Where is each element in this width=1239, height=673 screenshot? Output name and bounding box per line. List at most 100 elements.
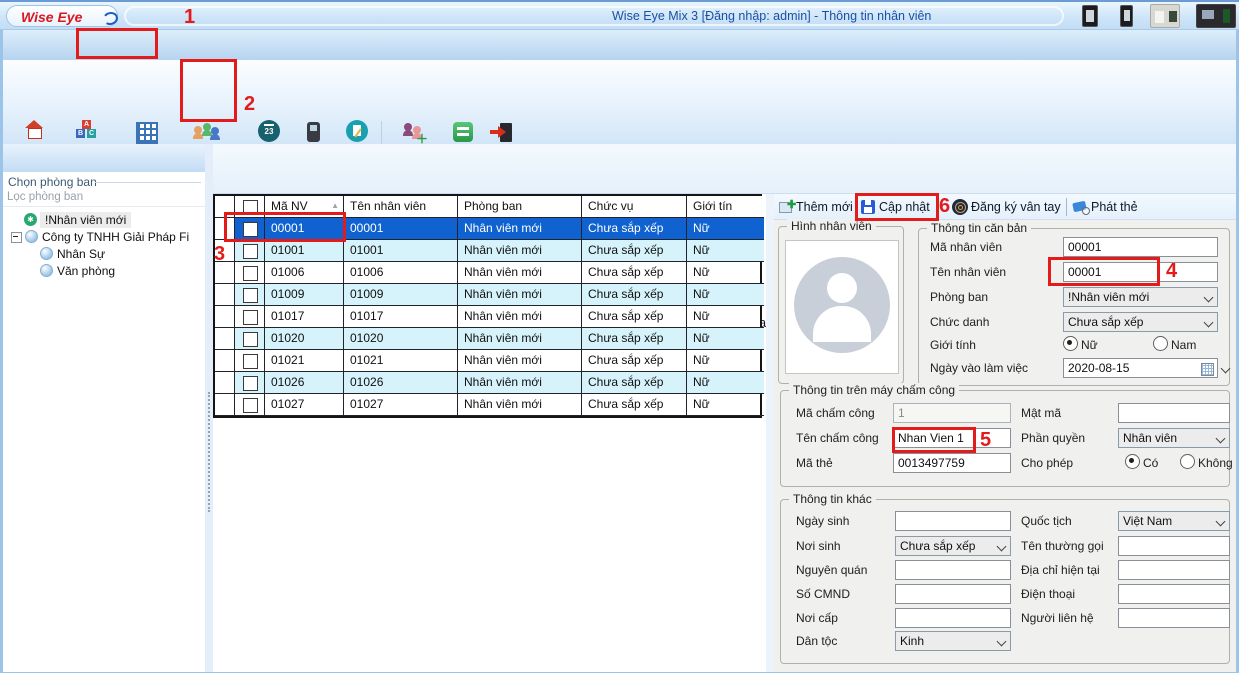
- row-indicator: [215, 372, 235, 394]
- header-chuc-vu[interactable]: Chức vụ: [582, 196, 687, 218]
- chevron-down-icon: [1216, 517, 1226, 527]
- department-label: Phòng ban: [930, 290, 988, 304]
- table-row[interactable]: 0100101001Nhân viên mớiChưa sắp xếpNữ: [215, 240, 760, 262]
- row-checkbox[interactable]: [235, 306, 265, 328]
- row-checkbox[interactable]: [235, 328, 265, 350]
- employee-code-field[interactable]: 00001: [1063, 237, 1218, 257]
- new-badge-icon: ✱: [24, 213, 37, 226]
- vertical-splitter[interactable]: [205, 144, 213, 672]
- add-new-button[interactable]: Thêm mới: [796, 200, 853, 214]
- header-gioi-tinh[interactable]: Giới tín: [687, 196, 764, 218]
- row-checkbox[interactable]: [235, 240, 265, 262]
- department-select[interactable]: !Nhân viên mới: [1063, 287, 1218, 307]
- cell-job-title: Chưa sắp xếp: [582, 372, 687, 394]
- cell-gender: Nữ: [687, 350, 764, 372]
- card-number-field[interactable]: 0013497759: [893, 453, 1011, 473]
- annotation-box-2: [180, 59, 237, 122]
- table-row[interactable]: 0102701027Nhân viên mớiChưa sắp xếpNữ: [215, 394, 760, 416]
- cell-department: Nhân viên mới: [458, 394, 582, 416]
- job-title-select[interactable]: Chưa sắp xếp: [1063, 312, 1218, 332]
- annotation-box-1: [76, 28, 158, 59]
- attendance-code-field: 1: [893, 403, 1011, 423]
- employee-photo[interactable]: [785, 240, 899, 374]
- application-window: Wise Eye Wise Eye Mix 3 [Đăng nhập: admi…: [0, 0, 1239, 673]
- issue-card-icon: [1073, 201, 1089, 214]
- tree-item-company[interactable]: Công ty TNHH Giải Pháp Fi: [3, 229, 205, 245]
- gender-female-radio[interactable]: [1063, 336, 1078, 351]
- row-indicator: [215, 284, 235, 306]
- cell-job-title: Chưa sắp xếp: [582, 218, 687, 240]
- birthplace-select[interactable]: Chưa sắp xếp: [895, 536, 1011, 556]
- card-number-label: Mã thẻ: [796, 456, 833, 470]
- cell-code: 01006: [265, 262, 344, 284]
- annotation-number-4: 4: [1166, 260, 1177, 283]
- issued-at-field[interactable]: [895, 608, 1011, 628]
- detail-splitter[interactable]: [766, 194, 774, 672]
- row-checkbox[interactable]: [235, 372, 265, 394]
- gender-label: Giới tính: [930, 338, 976, 352]
- employees-icon: [194, 123, 220, 141]
- table-row[interactable]: 0101701017Nhân viên mớiChưa sắp xếpNữ: [215, 306, 760, 328]
- cell-name: 01009: [344, 284, 458, 306]
- register-fingerprint-button[interactable]: Đăng ký vân tay: [971, 200, 1061, 214]
- cell-name: 01021: [344, 350, 458, 372]
- company-house-icon: [23, 120, 45, 139]
- id-number-field[interactable]: [895, 584, 1011, 604]
- allowed-no-radio[interactable]: [1180, 454, 1195, 469]
- row-checkbox[interactable]: [235, 284, 265, 306]
- divider: [3, 206, 205, 207]
- privilege-select[interactable]: Nhân viên: [1118, 428, 1230, 448]
- row-checkbox[interactable]: [235, 394, 265, 416]
- photo-groupbox: Hình nhân viên: [778, 226, 904, 384]
- menu-tab-row: Mix 3 Khai báo Kết nối trực tiếp (Offlin…: [0, 30, 1239, 60]
- privilege-label: Phần quyền: [1021, 431, 1085, 445]
- contact-field[interactable]: [1118, 608, 1230, 628]
- cell-job-title: Chưa sắp xếp: [582, 284, 687, 306]
- annotation-number-3: 3: [214, 243, 225, 266]
- phone-field[interactable]: [1118, 584, 1230, 604]
- machine-group-title: Thông tin trên máy chấm công: [789, 383, 959, 397]
- header-phong-ban[interactable]: Phòng ban: [458, 196, 582, 218]
- cell-gender: Nữ: [687, 306, 764, 328]
- nationality-select[interactable]: Việt Nam: [1118, 511, 1230, 531]
- table-row[interactable]: 0102601026Nhân viên mớiChưa sắp xếpNữ: [215, 372, 760, 394]
- cell-gender: Nữ: [687, 372, 764, 394]
- table-row[interactable]: 0102001020Nhân viên mớiChưa sắp xếpNữ: [215, 328, 760, 350]
- dob-field[interactable]: [895, 511, 1011, 531]
- exit-door-icon: [490, 123, 514, 143]
- table-row[interactable]: 0100901009Nhân viên mớiChưa sắp xếpNữ: [215, 284, 760, 306]
- table-row[interactable]: 0102101021Nhân viên mớiChưa sắp xếpNữ: [215, 350, 760, 372]
- nickname-field[interactable]: [1118, 536, 1230, 556]
- allowed-yes-radio[interactable]: [1125, 454, 1140, 469]
- tree-item-new-employees[interactable]: ✱ !Nhân viên mới: [3, 212, 205, 228]
- annotation-box-5: [892, 427, 976, 453]
- department-filter-input[interactable]: Lọc phòng ban: [7, 191, 83, 203]
- annotation-number-1: 1: [184, 6, 195, 29]
- password-field[interactable]: [1118, 403, 1230, 423]
- table-row[interactable]: 0100601006Nhân viên mớiChưa sắp xếpNữ: [215, 262, 760, 284]
- chevron-down-icon: [1204, 293, 1214, 303]
- annotation-box-4: [1048, 257, 1160, 286]
- tree-item-nhan-su[interactable]: Nhân Sự: [3, 246, 205, 262]
- hometown-field[interactable]: [895, 560, 1011, 580]
- id-number-label: Số CMND: [796, 587, 850, 601]
- cell-name: 00001: [344, 218, 458, 240]
- address-field[interactable]: [1118, 560, 1230, 580]
- address-label: Địa chỉ hiện tại: [1021, 563, 1100, 577]
- row-checkbox[interactable]: [235, 262, 265, 284]
- gender-male-radio[interactable]: [1153, 336, 1168, 351]
- job-title-label: Chức danh: [930, 315, 989, 329]
- cell-department: Nhân viên mới: [458, 328, 582, 350]
- start-date-field[interactable]: 2020-08-15: [1063, 358, 1218, 378]
- choose-department-label: Chọn phòng ban: [8, 175, 97, 189]
- header-ten-nhan-vien[interactable]: Tên nhân viên: [344, 196, 458, 218]
- cell-code: 01001: [265, 240, 344, 262]
- tree-item-van-phong[interactable]: Văn phòng: [3, 263, 205, 279]
- collapse-expander-icon[interactable]: [11, 232, 22, 243]
- cell-department: Nhân viên mới: [458, 350, 582, 372]
- row-checkbox[interactable]: [235, 350, 265, 372]
- sort-asc-icon: ▲: [331, 199, 339, 213]
- issue-card-button[interactable]: Phát thẻ: [1091, 200, 1138, 214]
- cell-name: 01027: [344, 394, 458, 416]
- ethnicity-select[interactable]: Kinh: [895, 631, 1011, 651]
